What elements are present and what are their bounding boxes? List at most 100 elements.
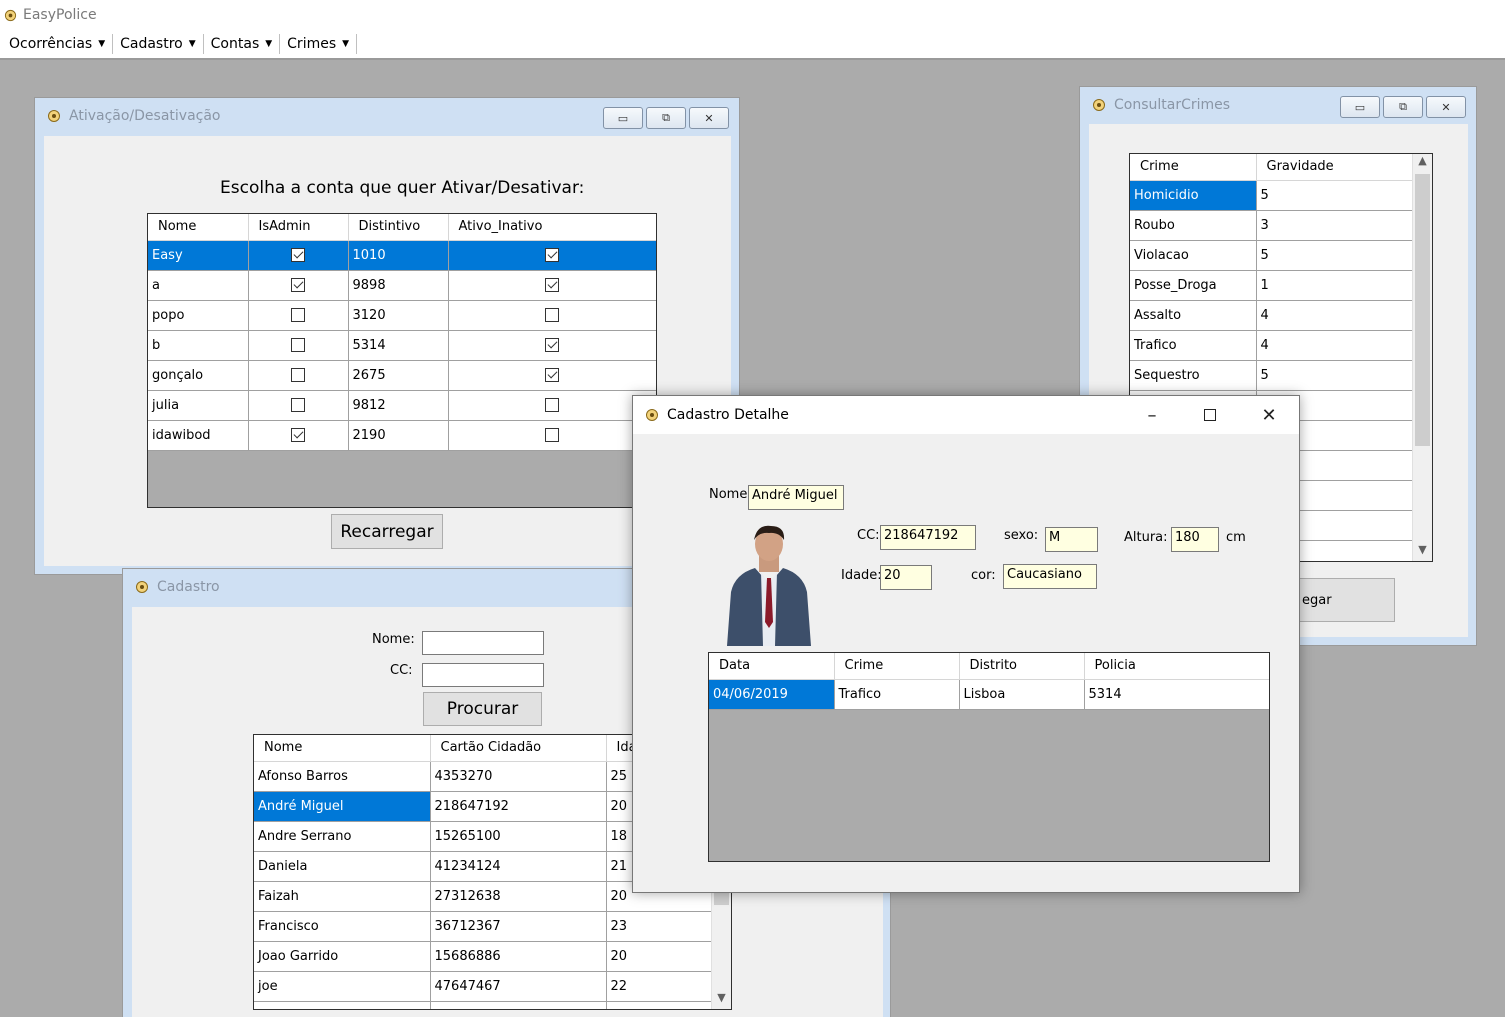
cell[interactable] — [248, 390, 349, 421]
cell[interactable]: 47647467 — [430, 971, 607, 1002]
cell[interactable]: 218647192 — [430, 791, 607, 822]
cell[interactable]: popo — [148, 300, 249, 331]
table-row[interactable]: Roubo 3 — [1130, 210, 1413, 241]
checkbox-unchecked[interactable] — [545, 308, 559, 322]
cell[interactable]: André Miguel — [254, 791, 431, 822]
table-row[interactable]: popo 3120 — [148, 300, 656, 331]
cell[interactable]: 20 — [606, 941, 712, 972]
cell[interactable]: 5 — [1256, 180, 1413, 211]
table-row[interactable]: gonçalo 2675 — [148, 360, 656, 391]
cell[interactable]: 4353270 — [430, 761, 607, 792]
table-row[interactable]: Violacao 5 — [1130, 240, 1413, 271]
cell[interactable] — [248, 240, 349, 271]
table-row[interactable] — [254, 1001, 712, 1009]
scroll-down-icon[interactable]: ▼ — [1413, 543, 1432, 561]
maximize-icon[interactable] — [1181, 396, 1239, 434]
table-row[interactable]: Posse_Droga 1 — [1130, 270, 1413, 301]
checkbox-unchecked[interactable] — [291, 398, 305, 412]
cell[interactable]: Lisboa — [959, 679, 1085, 710]
column-header[interactable]: Gravidade — [1256, 154, 1413, 181]
cell[interactable]: Homicidio — [1130, 180, 1257, 211]
cell[interactable]: 36712367 — [430, 911, 607, 942]
cell[interactable]: julia — [148, 390, 249, 421]
minimize-icon[interactable]: – — [1123, 396, 1181, 434]
cell[interactable]: Trafico — [834, 679, 960, 710]
nome-field[interactable]: André Miguel — [748, 485, 844, 510]
table-row[interactable]: 04/06/2019 Trafico Lisboa 5314 — [709, 679, 1269, 710]
nome-input[interactable] — [422, 631, 544, 655]
cor-field[interactable]: Caucasiano — [1003, 564, 1097, 589]
cell[interactable]: joe — [254, 971, 431, 1002]
cell[interactable]: 1010 — [348, 240, 449, 271]
cell[interactable] — [448, 390, 656, 421]
vertical-scrollbar[interactable]: ▲ ▼ — [1412, 154, 1432, 561]
altura-field[interactable]: 180 — [1171, 527, 1219, 552]
column-header[interactable]: Nome — [148, 214, 249, 241]
cell[interactable] — [448, 360, 656, 391]
cell[interactable]: Andre Serrano — [254, 821, 431, 852]
minimize-icon[interactable]: ▭ — [1340, 96, 1380, 118]
cell[interactable]: 3 — [1256, 210, 1413, 241]
cell[interactable]: 2190 — [348, 420, 449, 451]
restore-icon[interactable]: ⧉ — [1383, 96, 1423, 118]
checkbox-checked[interactable] — [545, 248, 559, 262]
cell[interactable]: Posse_Droga — [1130, 270, 1257, 301]
cell[interactable]: Violacao — [1130, 240, 1257, 271]
cell[interactable]: 5 — [1256, 240, 1413, 271]
checkbox-unchecked[interactable] — [545, 398, 559, 412]
cell[interactable] — [606, 1001, 712, 1009]
cell[interactable]: 23 — [606, 911, 712, 942]
table-row[interactable]: Francisco 36712367 23 — [254, 911, 712, 942]
table-row[interactable]: idawibod 2190 — [148, 420, 656, 451]
cell[interactable]: 2675 — [348, 360, 449, 391]
cell[interactable]: Trafico — [1130, 330, 1257, 361]
cell[interactable]: Assalto — [1130, 300, 1257, 331]
cell[interactable]: 15686886 — [430, 941, 607, 972]
checkbox-checked[interactable] — [545, 368, 559, 382]
menu-crimes[interactable]: Crimes ▼ — [280, 34, 358, 54]
cell[interactable]: Joao Garrido — [254, 941, 431, 972]
column-header[interactable]: Nome — [254, 735, 431, 762]
cell[interactable] — [448, 270, 656, 301]
cell[interactable]: Roubo — [1130, 210, 1257, 241]
column-header[interactable]: Cartão Cidadão — [430, 735, 607, 762]
cell[interactable] — [448, 330, 656, 361]
scroll-thumb[interactable] — [1415, 174, 1430, 446]
column-header[interactable]: Crime — [1130, 154, 1257, 181]
cell[interactable] — [430, 1001, 607, 1009]
cc-field[interactable]: 218647192 — [880, 525, 976, 550]
cell[interactable]: Daniela — [254, 851, 431, 882]
cell[interactable] — [248, 360, 349, 391]
table-row[interactable]: julia 9812 — [148, 390, 656, 421]
cell[interactable] — [254, 1001, 431, 1009]
column-header[interactable]: Distintivo — [348, 214, 449, 241]
checkbox-unchecked[interactable] — [291, 308, 305, 322]
column-header[interactable]: Policia — [1084, 653, 1269, 680]
cell[interactable]: b — [148, 330, 249, 361]
cell[interactable]: Afonso Barros — [254, 761, 431, 792]
menu-cadastro[interactable]: Cadastro ▼ — [113, 34, 204, 54]
cell[interactable]: 4 — [1256, 330, 1413, 361]
table-row[interactable]: Easy 1010 — [148, 240, 656, 271]
column-header[interactable]: Distrito — [959, 653, 1085, 680]
scroll-up-icon[interactable]: ▲ — [1413, 154, 1432, 172]
cell[interactable]: idawibod — [148, 420, 249, 451]
cell[interactable] — [448, 300, 656, 331]
column-header[interactable]: IsAdmin — [248, 214, 349, 241]
cell[interactable]: 3120 — [348, 300, 449, 331]
close-icon[interactable]: ✕ — [689, 107, 729, 129]
restore-icon[interactable]: ⧉ — [646, 107, 686, 129]
close-icon[interactable]: ✕ — [1240, 396, 1298, 434]
cell[interactable] — [248, 270, 349, 301]
menu-ocorrencias[interactable]: Ocorrências ▼ — [2, 34, 114, 54]
table-row[interactable]: joe 47647467 22 — [254, 971, 712, 1002]
idade-field[interactable]: 20 — [880, 565, 932, 590]
cell[interactable]: Faizah — [254, 881, 431, 912]
cell[interactable]: Easy — [148, 240, 249, 271]
cell[interactable] — [448, 240, 656, 271]
checkbox-checked[interactable] — [291, 428, 305, 442]
cell[interactable]: 9812 — [348, 390, 449, 421]
cell[interactable] — [448, 420, 656, 451]
cell[interactable]: 9898 — [348, 270, 449, 301]
table-row[interactable]: a 9898 — [148, 270, 656, 301]
